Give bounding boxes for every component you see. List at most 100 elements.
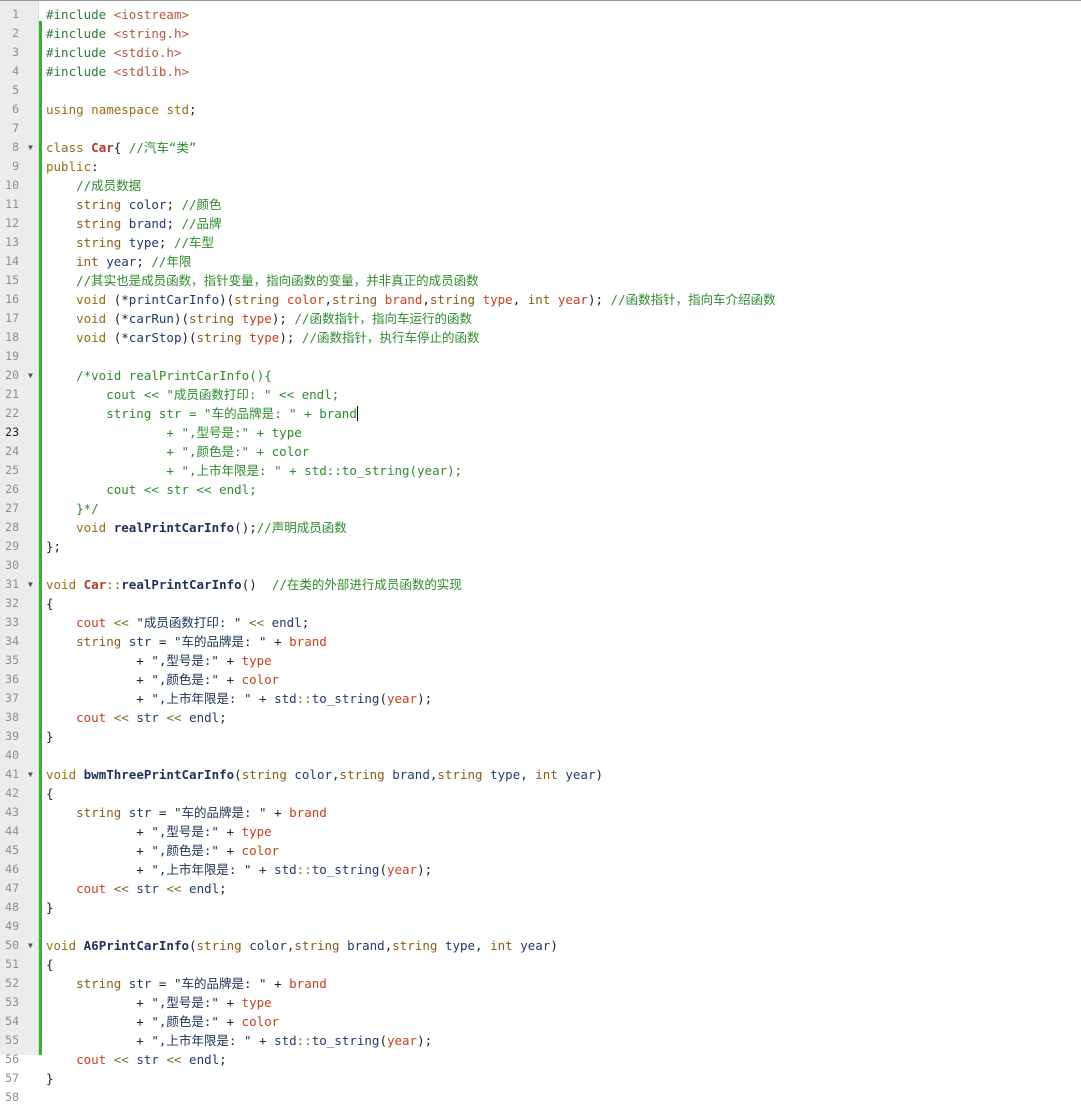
code-line[interactable]: 21 cout << "成员函数打印: " << endl; [0,385,1081,404]
code-text[interactable]: }*/ [46,499,99,518]
code-line[interactable]: 11 string color; //颜色 [0,195,1081,214]
code-text[interactable]: + ",型号是:" + type [46,993,271,1012]
code-text[interactable]: void (*printCarInfo)(string color,string… [46,290,776,309]
code-line[interactable]: 26 cout << str << endl; [0,480,1081,499]
code-text[interactable]: public: [46,157,99,176]
code-line[interactable]: 39} [0,727,1081,746]
code-text[interactable]: //其实也是成员函数，指针变量，指向函数的变量，并非真正的成员函数 [46,271,479,290]
code-line[interactable]: 38 cout << str << endl; [0,708,1081,727]
code-line[interactable]: 22 string str = "车的品牌是: " + brand [0,404,1081,423]
code-line[interactable]: 41 ▼ void bwmThreePrintCarInfo(string colo… [0,765,1081,784]
code-text[interactable]: string str = "车的品牌是: " + brand [46,632,327,651]
code-text[interactable]: void bwmThreePrintCarInfo(string color,s… [46,765,603,784]
code-text[interactable]: } [46,898,54,917]
code-line[interactable]: 42 { [0,784,1081,803]
code-line[interactable]: 51 { [0,955,1081,974]
code-line[interactable]: 12 string brand; //品牌 [0,214,1081,233]
code-line[interactable]: 24 + ",颜色是:" + color [0,442,1081,461]
code-line[interactable]: 14 int year; //年限 [0,252,1081,271]
code-text[interactable]: + ",型号是:" + type [46,651,271,670]
code-line[interactable]: 1 #include <iostream> [0,5,1081,24]
code-text[interactable]: cout << str << endl; [46,879,227,898]
code-text[interactable]: + ",上市年限是: " + std::to_string(year); [46,860,432,879]
code-line[interactable]: 49 [0,917,1081,936]
code-line[interactable]: 30 [0,556,1081,575]
code-editor[interactable]: 1 #include <iostream> 2 #include <string.h>… [0,0,1081,1104]
code-text[interactable]: cout << str << endl; [46,708,227,727]
code-line[interactable]: 43 string str = "车的品牌是: " + brand [0,803,1081,822]
code-text[interactable]: + ",颜色是:" + color [46,442,309,461]
code-line[interactable]: 23 + ",型号是:" + type [0,423,1081,442]
code-line[interactable]: 57} [0,1069,1081,1088]
code-text[interactable]: { [46,784,54,803]
code-line[interactable]: 15 //其实也是成员函数，指针变量，指向函数的变量，并非真正的成员函数 [0,271,1081,290]
code-text[interactable]: + ",上市年限是: " + std::to_string(year); [46,461,462,480]
code-line[interactable]: 48} [0,898,1081,917]
code-text[interactable]: using namespace std; [46,100,197,119]
code-line[interactable]: 32 { [0,594,1081,613]
code-text[interactable]: + ",颜色是:" + color [46,841,279,860]
code-text[interactable]: //成员数据 [46,176,141,195]
code-text[interactable]: #include <string.h> [46,24,189,43]
code-text[interactable]: + ",型号是:" + type [46,822,271,841]
fold-toggle-icon[interactable]: ▼ [28,138,36,157]
code-text[interactable]: void realPrintCarInfo();//声明成员函数 [46,518,347,537]
code-text[interactable]: { [46,594,54,613]
fold-toggle-icon[interactable]: ▼ [28,936,36,955]
code-line[interactable]: 18 void (*carStop)(string type); //函数指针，… [0,328,1081,347]
code-text[interactable]: + ",颜色是:" + color [46,670,279,689]
code-line[interactable]: 29}; [0,537,1081,556]
code-line[interactable]: 36 + ",颜色是:" + color [0,670,1081,689]
code-text[interactable]: string type; //车型 [46,233,214,252]
code-line[interactable]: 52 string str = "车的品牌是: " + brand [0,974,1081,993]
code-text[interactable]: #include <stdio.h> [46,43,181,62]
code-line[interactable]: 27 }*/ [0,499,1081,518]
code-line[interactable]: 46 + ",上市年限是: " + std::to_string(year); [0,860,1081,879]
code-text[interactable]: + ",型号是:" + type [46,423,301,442]
code-text[interactable]: string color; //颜色 [46,195,221,214]
code-line[interactable]: 13 string type; //车型 [0,233,1081,252]
code-text[interactable]: string str = "车的品牌是: " + brand [46,803,327,822]
code-line[interactable]: 4 #include <stdlib.h> [0,62,1081,81]
code-text[interactable]: } [46,1069,54,1088]
code-text[interactable]: cout << str << endl; [46,480,257,499]
code-text[interactable]: #include <iostream> [46,5,189,24]
code-text[interactable]: } [46,727,54,746]
code-text[interactable]: void A6PrintCarInfo(string color,string … [46,936,558,955]
code-line[interactable]: 31 ▼ void Car::realPrintCarInfo() //在类的外部进… [0,575,1081,594]
code-text[interactable]: cout << "成员函数打印: " << endl; [46,613,309,632]
code-line[interactable]: 19 [0,347,1081,366]
code-line[interactable]: 40 [0,746,1081,765]
code-line[interactable]: 9 public: [0,157,1081,176]
code-line[interactable]: 37 + ",上市年限是: " + std::to_string(year); [0,689,1081,708]
code-text[interactable]: + ",上市年限是: " + std::to_string(year); [46,1031,432,1050]
code-line[interactable]: 47 cout << str << endl; [0,879,1081,898]
code-line[interactable]: 55 + ",上市年限是: " + std::to_string(year); [0,1031,1081,1050]
code-line[interactable]: 20 ▼ /*void realPrintCarInfo(){ [0,366,1081,385]
code-line[interactable]: 44 + ",型号是:" + type [0,822,1081,841]
code-line[interactable]: 58 [0,1088,1081,1107]
code-line[interactable]: 34 string str = "车的品牌是: " + brand [0,632,1081,651]
code-text[interactable]: }; [46,537,61,556]
code-text[interactable]: void (*carRun)(string type); //函数指针，指向车运… [46,309,472,328]
code-text[interactable]: + ",颜色是:" + color [46,1012,279,1031]
code-line[interactable]: 8 ▼ class Car{ //汽车“类” [0,138,1081,157]
code-text[interactable]: string str = "车的品牌是: " + brand [46,404,358,423]
code-line[interactable]: 45 + ",颜色是:" + color [0,841,1081,860]
code-line[interactable]: 50 ▼ void A6PrintCarInfo(string color,stri… [0,936,1081,955]
code-line[interactable]: 33 cout << "成员函数打印: " << endl; [0,613,1081,632]
code-text[interactable]: class Car{ //汽车“类” [46,138,196,157]
code-line[interactable]: 7 [0,119,1081,138]
code-line[interactable]: 17 void (*carRun)(string type); //函数指针，指… [0,309,1081,328]
fold-toggle-icon[interactable]: ▼ [28,366,36,385]
code-line[interactable]: 3 #include <stdio.h> [0,43,1081,62]
code-line[interactable]: 10 //成员数据 [0,176,1081,195]
code-text[interactable]: void (*carStop)(string type); //函数指针，执行车… [46,328,479,347]
code-line[interactable]: 54 + ",颜色是:" + color [0,1012,1081,1031]
code-text[interactable]: { [46,955,54,974]
code-line[interactable]: 25 + ",上市年限是: " + std::to_string(year); [0,461,1081,480]
code-text[interactable]: + ",上市年限是: " + std::to_string(year); [46,689,432,708]
fold-toggle-icon[interactable]: ▼ [28,765,36,784]
code-line[interactable]: 5 [0,81,1081,100]
code-text[interactable]: int year; //年限 [46,252,191,271]
